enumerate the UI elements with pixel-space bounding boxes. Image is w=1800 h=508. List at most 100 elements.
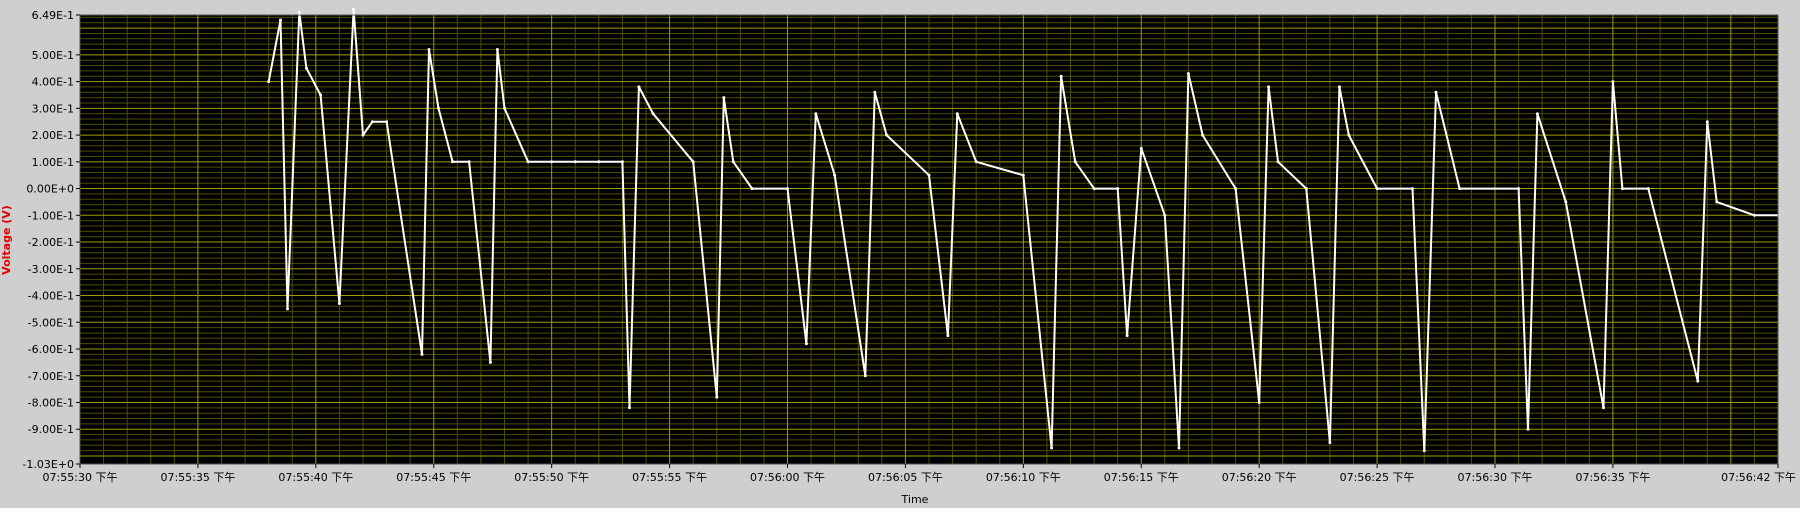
y-tick-label: 5.00E-1 (32, 49, 74, 62)
data-point (786, 187, 789, 191)
data-point (1116, 187, 1120, 191)
y-axis-ticks: 6.49E-1 5.00E-1 4.00E-1 3.00E-1 2.00E-1 1.00E… (22, 9, 80, 471)
data-point (1234, 187, 1238, 191)
x-tick-label: 07:55:30 下午 (43, 471, 118, 484)
data-point (1375, 187, 1379, 191)
data-point (370, 120, 374, 124)
data-point (691, 160, 695, 164)
data-point (955, 112, 959, 116)
data-point (550, 160, 554, 164)
data-point (1434, 90, 1438, 94)
data-point (1646, 187, 1650, 191)
x-tick-label: 07:56:05 下午 (868, 471, 943, 484)
data-point (1257, 401, 1261, 404)
data-point (1201, 133, 1205, 137)
data-point (1186, 72, 1190, 76)
data-point (1139, 146, 1143, 150)
x-tick-label: 07:55:35 下午 (160, 471, 235, 484)
data-point (1411, 187, 1414, 191)
y-tick-label: -3.00E-1 (28, 263, 74, 276)
data-point (1526, 427, 1530, 431)
data-point (488, 360, 492, 364)
data-point (1535, 112, 1539, 116)
data-point (467, 160, 471, 164)
chart-panel: 6.49E-1 5.00E-1 4.00E-1 3.00E-1 2.00E-1 1.00E… (0, 0, 1800, 506)
x-tick-label: 07:55:40 下午 (278, 471, 353, 484)
y-tick-label: 1.00E-1 (32, 156, 74, 169)
data-point (1602, 406, 1605, 410)
y-tick-label: -7.00E-1 (28, 370, 74, 383)
data-point (1021, 173, 1025, 177)
x-tick-label: 07:55:50 下午 (514, 471, 589, 484)
y-tick-label: 4.00E-1 (32, 76, 74, 89)
data-point (1276, 160, 1280, 164)
data-point (715, 395, 719, 399)
y-tick-label: 2.00E-1 (32, 129, 74, 142)
data-point (1517, 187, 1521, 191)
data-point (1125, 334, 1129, 338)
data-point (637, 85, 641, 89)
y-tick-label: -1.03E+0 (22, 458, 74, 471)
data-point (863, 374, 867, 378)
x-tick-label: 07:56:00 下午 (750, 471, 825, 484)
data-point (1337, 85, 1341, 89)
data-point (1422, 449, 1426, 453)
y-tick-label: -5.00E-1 (28, 316, 74, 329)
data-point (352, 7, 356, 11)
data-point (304, 66, 308, 70)
data-point (597, 160, 601, 164)
data-point (319, 93, 323, 97)
plot-area[interactable] (79, 7, 1780, 465)
data-point (1611, 80, 1615, 84)
voltage-time-chart: 6.49E-1 5.00E-1 4.00E-1 3.00E-1 2.00E-1 1.00E… (0, 0, 1800, 506)
data-point (297, 10, 301, 14)
x-tick-label: 07:56:15 下午 (1104, 471, 1179, 484)
y-tick-label: -6.00E-1 (28, 343, 74, 356)
data-point (1059, 74, 1063, 78)
data-point (361, 133, 365, 137)
data-point (1715, 200, 1719, 204)
data-point (1620, 187, 1624, 191)
data-point (1050, 446, 1054, 450)
data-point (337, 302, 341, 305)
x-tick-label: 07:56:35 下午 (1575, 471, 1650, 484)
data-point (804, 342, 808, 346)
y-tick-label: -8.00E-1 (28, 396, 74, 409)
data-point (1163, 213, 1167, 217)
data-point (451, 160, 455, 164)
data-point (1705, 120, 1709, 124)
data-point (927, 173, 931, 177)
data-point (750, 187, 754, 191)
data-point (279, 18, 282, 22)
data-point (420, 352, 424, 356)
x-tick-label: 07:56:25 下午 (1340, 471, 1415, 484)
data-point (1177, 446, 1181, 450)
data-point (620, 160, 624, 164)
data-point (628, 406, 631, 410)
data-point (651, 112, 655, 116)
y-axis-label: Voltage (V) (0, 205, 13, 275)
x-tick-label: 07:56:10 下午 (986, 471, 1061, 484)
data-point (1267, 85, 1271, 89)
data-point (1752, 213, 1756, 217)
data-point (427, 48, 431, 51)
data-point (1696, 379, 1700, 383)
x-tick-label: 07:55:55 下午 (632, 471, 707, 484)
data-point (731, 160, 735, 164)
y-tick-label: -9.00E-1 (28, 423, 74, 436)
data-point (267, 80, 271, 84)
x-tick-label: 07:56:42 下午 (1721, 471, 1796, 484)
data-point (814, 112, 818, 116)
data-point (885, 133, 889, 137)
data-point (286, 307, 289, 311)
data-point (1564, 200, 1568, 204)
data-point (833, 173, 837, 177)
data-point (873, 90, 877, 94)
data-point (1347, 133, 1351, 137)
data-point (503, 106, 506, 110)
data-point (1304, 187, 1308, 191)
data-point (946, 334, 950, 338)
data-point (495, 48, 499, 51)
data-point (1458, 187, 1462, 191)
data-point (974, 160, 978, 164)
